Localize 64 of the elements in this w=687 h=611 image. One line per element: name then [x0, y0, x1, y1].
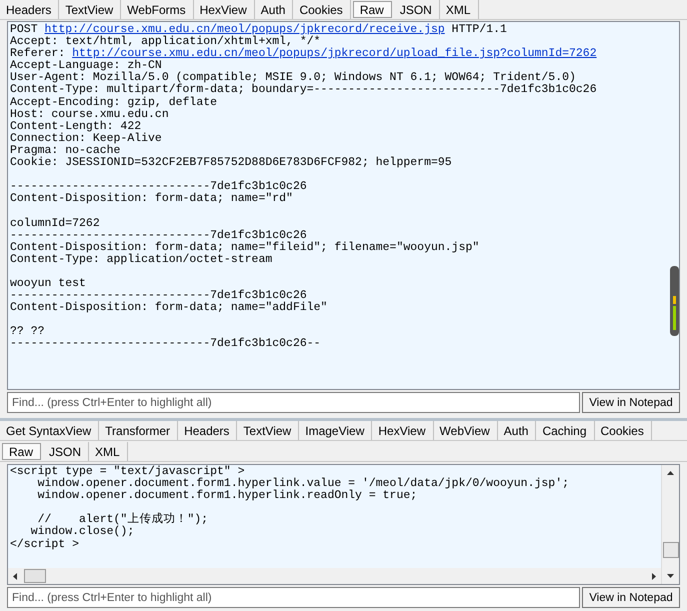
code-line: Pragma: no-cache: [10, 144, 122, 157]
code-line: User-Agent: Mozilla/5.0 (compatible; MSIE 9.0; Windows NT 6.1; WOW64; Trident/5.0): [10, 72, 576, 84]
code-line: -----------------------------7de1fc3b1c0c26: [10, 290, 307, 302]
tab[interactable]: ImageView: [299, 421, 372, 440]
code-line: Content-Disposition: form-data; name="rd": [10, 193, 294, 206]
find-field[interactable]: Find... (press Ctrl+Enter to highlight all): [7, 392, 580, 413]
code-line: -----------------------------7de1fc3b1c0c26: [10, 230, 307, 242]
tab[interactable]: WebForms: [121, 0, 194, 19]
code-line: Accept-Encoding: gzip, deflate: [10, 96, 218, 109]
vertical-scroll-thumb[interactable]: [662, 542, 678, 558]
tab[interactable]: TextView: [237, 421, 300, 440]
code-line: Content-Disposition: form-data; name="fileid"; filename="wooyun.jsp": [10, 242, 480, 254]
tab[interactable]: Raw: [2, 443, 42, 460]
code-line: Accept: text/html, application/xhtml+xml, */*: [10, 36, 321, 48]
tab[interactable]: Transformer: [99, 421, 178, 440]
tab[interactable]: Auth: [498, 421, 536, 440]
tab[interactable]: Caching: [536, 421, 594, 440]
tab[interactable]: XML: [89, 442, 128, 461]
tab[interactable]: Auth: [254, 0, 294, 19]
code-line: Content-Type: application/octet-stream: [10, 254, 274, 266]
tab[interactable]: HexView: [372, 421, 434, 440]
url-link[interactable]: http://course.xmu.edu.cn/meol/popups/jpkrecord/upload_file.jsp?columnId=7262: [72, 47, 597, 60]
scroll-right-icon[interactable]: [651, 572, 657, 580]
code-line: Referer: http://course.xmu.edu.cn/meol/popups/jpkrecord/upload_file.jsp?columnId=7262: [10, 48, 598, 60]
code-line: Connection: Keep-Alive: [10, 132, 163, 145]
tab[interactable]: Headers: [178, 421, 238, 440]
scroll-left-icon[interactable]: [12, 572, 18, 580]
code-line: <script type = "text/javascript" >: [10, 466, 245, 478]
code-line: </script >: [10, 538, 80, 551]
code-line: Accept-Language: zh-CN: [10, 60, 162, 72]
tab[interactable]: WebView: [434, 421, 498, 440]
code-line: columnId=7262: [10, 218, 101, 230]
code-line: -----------------------------7de1fc3b1c0c26--: [10, 338, 322, 351]
view-in-notepad-button[interactable]: View in Notepad: [582, 392, 680, 413]
tab[interactable]: XML: [440, 0, 479, 19]
scroll-down-icon[interactable]: [667, 573, 674, 579]
code-line: Host: course.xmu.edu.cn: [10, 108, 170, 121]
tab[interactable]: HexView: [194, 0, 255, 19]
tab[interactable]: Headers: [0, 0, 60, 19]
tab[interactable]: Cookies: [293, 0, 351, 19]
view-in-notepad-button[interactable]: View in Notepad: [582, 587, 680, 608]
url-link[interactable]: http://course.xmu.edu.cn/meol/popups/jpkrecord/receive.jsp: [44, 23, 445, 36]
code-line: Content-Disposition: form-data; name="addFile": [10, 302, 328, 314]
scroll-thumb[interactable]: [670, 266, 679, 336]
tab[interactable]: Raw: [352, 1, 392, 18]
code-line: POST http://course.xmu.edu.cn/meol/popups/jpkrecord/receive.jsp HTTP/1.1: [10, 24, 508, 36]
tab[interactable]: Cookies: [594, 421, 652, 440]
code-line: // alert("上传成功！");: [38, 514, 210, 526]
code-line: ?? ??: [10, 326, 45, 338]
find-field[interactable]: Find... (press Ctrl+Enter to highlight all): [7, 587, 580, 608]
code-line: Content-Length: 422: [10, 120, 142, 133]
tab[interactable]: TextView: [59, 0, 122, 19]
code-line: window.close();: [30, 526, 136, 538]
code-line: window.opener.document.form1.hyperlink.readOnly = true;: [36, 490, 418, 502]
tab[interactable]: JSON: [394, 0, 440, 19]
tab[interactable]: Get SyntaxView: [0, 421, 100, 440]
code-line: -----------------------------7de1fc3b1c0c26: [10, 181, 308, 194]
code-line: window.opener.document.form1.hyperlink.value = '/meol/data/jpk/0/wooyun.jsp';: [36, 478, 570, 490]
code-line: Content-Type: multipart/form-data; boundary=---------------------------7de1fc3b1c0c26: [10, 84, 598, 96]
tab[interactable]: JSON: [43, 442, 90, 461]
code-line: Cookie: JSESSIONID=532CF2EB7F85752D88D6E783D6FCF982; helpperm=95: [10, 157, 453, 170]
code-line: wooyun test: [10, 278, 86, 290]
horizontal-scroll-thumb[interactable]: [24, 569, 46, 583]
scroll-up-icon[interactable]: [667, 470, 674, 476]
